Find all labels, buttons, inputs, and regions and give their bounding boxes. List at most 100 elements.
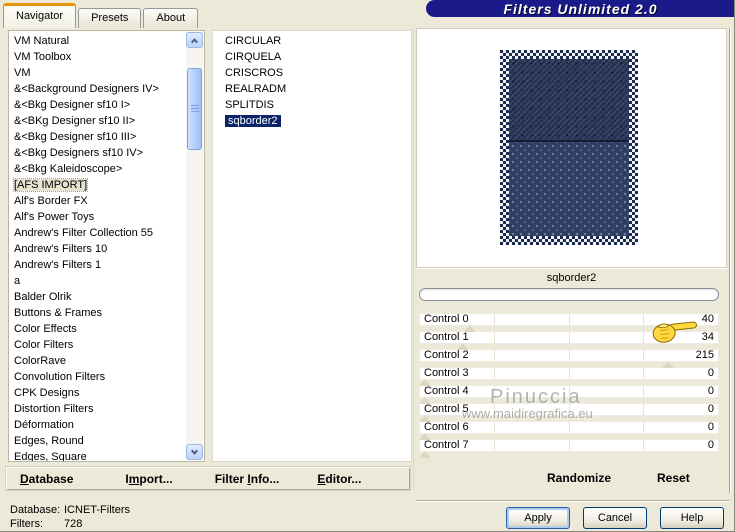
slider-track[interactable]: Control 2 215 [419,349,719,362]
filter-list-item[interactable]: REALRADM [213,81,411,97]
tab-about[interactable]: About [143,8,199,28]
category-list-item[interactable]: Edges, Round [9,433,186,449]
scroll-up-button[interactable] [186,32,203,48]
preview-caption: sqborder2 [546,272,597,284]
import-menu-item[interactable]: Import... [125,472,172,486]
reset-button[interactable]: Reset [657,471,690,485]
filter-list-item[interactable]: sqborder2 [213,113,411,129]
scrollbar-thumb[interactable] [187,68,202,150]
control-slider-row[interactable]: Control 2 215 [419,349,719,368]
slider-thumb[interactable] [457,343,470,350]
pattern-bottom-texture [509,142,629,236]
category-list-item[interactable]: Déformation [9,417,186,433]
slider-track[interactable]: Control 3 0 [419,367,719,380]
category-scrollbar[interactable] [186,32,203,460]
category-list-item[interactable]: &<Bkg Designer sf10 III> [9,129,186,145]
filter-list-item[interactable]: CRISCROS [213,65,411,81]
pointing-hand-icon [652,321,697,343]
category-list-item[interactable]: VM Toolbox [9,49,186,65]
vertical-divider [413,28,414,490]
window-title: Filters Unlimited 2.0 [503,0,658,17]
filters-label: Filters: [10,518,43,530]
filter-list-item[interactable]: SPLITDIS [213,97,411,113]
filters-unlimited-dialog: Filters Unlimited 2.0 Navigator Presets … [0,0,735,532]
category-list-item[interactable]: &<Bkg Kaleidoscope> [9,161,186,177]
filters-value: 728 [64,518,83,530]
category-list-item[interactable]: Alf's Border FX [9,193,186,209]
category-list-item[interactable]: Balder Olrik [9,289,186,305]
preview-progress-bar [419,288,719,301]
control-value: 0 [707,385,714,397]
slider-thumb[interactable] [419,433,431,440]
filter-info-menu-item[interactable]: Filter Info... [215,472,280,486]
watermark-site: www.maidiregrafica.eu [462,406,593,421]
scroll-down-button[interactable] [186,444,203,460]
help-button[interactable]: Help [660,507,724,529]
control-slider-row[interactable]: Control 3 0 [419,367,719,386]
control-label: Control 3 [424,367,469,379]
slider-thumb[interactable] [419,415,431,422]
tab-navigator[interactable]: Navigator [3,3,77,28]
control-value: 34 [701,331,714,343]
category-list-item[interactable]: Distortion Filters [9,401,186,417]
control-value: 0 [707,403,714,415]
category-list-item[interactable]: &<Bkg Designers sf10 IV> [9,145,186,161]
randomize-button[interactable]: Randomize [547,471,611,485]
category-list-item[interactable]: &<Bkg Designer sf10 I> [9,97,186,113]
editor-menu-item[interactable]: Editor... [317,472,361,486]
menu-bar: Database Import... Filter Info... Editor… [5,466,411,491]
category-list-item[interactable]: VM [9,65,186,81]
slider-track[interactable]: Control 6 0 [419,421,719,434]
database-label: Database: [10,504,61,516]
category-list-item[interactable]: &<Background Designers IV> [9,81,186,97]
control-label: Control 2 [424,349,469,361]
control-slider-row[interactable]: Control 6 0 [419,421,719,440]
category-list[interactable]: VM Natural VM Toolbox VM &<Background Desig… [8,30,205,462]
slider-track[interactable]: Control 7 0 [419,439,719,452]
control-value: 0 [707,439,714,451]
preview-pattern-image [500,50,638,245]
control-label: Control 1 [424,331,469,343]
category-list-item[interactable]: VM Natural [9,33,186,49]
chevron-down-icon [190,447,199,455]
pattern-top-texture [509,59,629,143]
chevron-up-icon [190,37,199,45]
category-list-item[interactable]: Buttons & Frames [9,305,186,321]
category-list-item[interactable]: Edges, Square [9,449,186,461]
category-list-item[interactable]: Andrew's Filter Collection 55 [9,225,186,241]
apply-button[interactable]: Apply [506,507,570,529]
tab-strip: Navigator Presets About [3,3,200,28]
slider-thumb[interactable] [419,397,431,404]
category-list-item[interactable]: Color Filters [9,337,186,353]
category-list-item[interactable]: CPK Designs [9,385,186,401]
slider-thumb[interactable] [419,379,431,386]
category-list-item[interactable]: [AFS IMPORT] [9,177,186,193]
filter-list[interactable]: CIRCULAR CIRQUELA CRISCROS REALRADM SPLITDIS… [212,30,412,462]
filter-list-item[interactable]: CIRQUELA [213,49,411,65]
slider-thumb[interactable] [419,451,431,458]
category-list-item[interactable]: &<BKg Designer sf10 II> [9,113,186,129]
slider-thumb[interactable] [464,325,477,332]
database-value: ICNET-Filters [64,504,130,516]
category-list-item[interactable]: Color Effects [9,321,186,337]
category-list-item[interactable]: Alf's Power Toys [9,209,186,225]
scrollbar-grip-icon [190,104,199,114]
title-banner: Filters Unlimited 2.0 [426,0,734,17]
category-list-item[interactable]: ColorRave [9,353,186,369]
slider-thumb[interactable] [661,361,674,368]
control-value: 40 [701,313,714,325]
category-list-item[interactable]: Andrew's Filters 1 [9,257,186,273]
cancel-button[interactable]: Cancel [583,507,647,529]
tab-presets[interactable]: Presets [78,8,142,28]
filter-list-item[interactable]: CIRCULAR [213,33,411,49]
category-list-item[interactable]: a [9,273,186,289]
control-value: 0 [707,421,714,433]
right-edge-divider [729,28,731,493]
control-slider-row[interactable]: Control 7 0 [419,439,719,458]
category-list-item[interactable]: Andrew's Filters 10 [9,241,186,257]
database-menu-item[interactable]: Database [20,472,73,486]
category-list-item[interactable]: Convolution Filters [9,369,186,385]
control-label: Control 7 [424,439,469,451]
control-label: Control 4 [424,385,469,397]
control-label: Control 6 [424,421,469,433]
